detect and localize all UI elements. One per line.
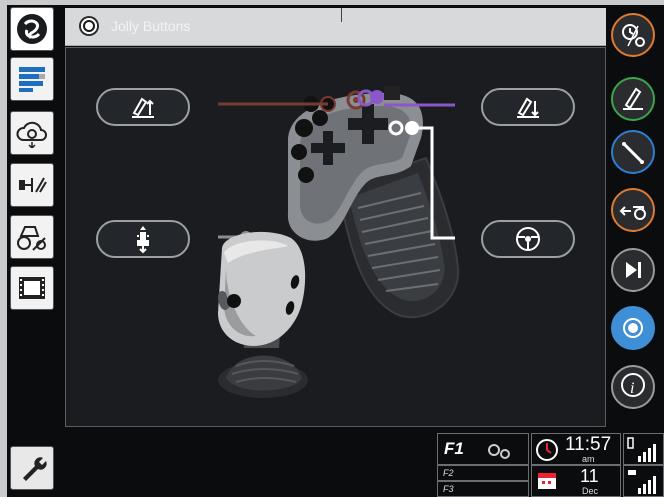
clock-gear-button[interactable]: [611, 13, 655, 57]
hydraulic-button[interactable]: [611, 130, 655, 174]
date-cell: 11 Dec: [531, 465, 621, 497]
gears-icon: [488, 444, 510, 459]
title-radio-icon: [81, 18, 97, 34]
jolly-button-top-right[interactable]: [481, 88, 575, 126]
signal-cell-2: [623, 465, 664, 497]
film-icon[interactable]: [11, 267, 53, 309]
page-title: Jolly Buttons: [111, 18, 191, 34]
pen-up-button[interactable]: [611, 77, 655, 121]
left-sidebar: [7, 5, 57, 497]
joystick-panel: [65, 47, 606, 427]
pen-up-icon: [623, 87, 643, 110]
jolly-radio-button[interactable]: [611, 306, 655, 350]
signal-cell-1: [623, 433, 664, 465]
logo-icon[interactable]: [11, 8, 53, 50]
axle-icon[interactable]: [11, 164, 53, 206]
cloud-sync-icon[interactable]: [11, 112, 53, 154]
play-next-icon: [626, 262, 641, 278]
battery-signal-icon: [627, 437, 656, 462]
title-bar: Jolly Buttons: [65, 8, 606, 46]
radio-icon: [623, 318, 643, 338]
clock-ampm: am: [582, 454, 595, 464]
function-f1[interactable]: F1: [437, 433, 529, 465]
steering-wheel-icon: [516, 227, 540, 251]
implement-lift-icon: [137, 226, 149, 254]
clock-time: 11:57: [565, 434, 612, 455]
pen-down-icon: [517, 97, 539, 118]
clock-gear-icon: [622, 24, 645, 47]
jolly-button-bottom-left[interactable]: [96, 220, 190, 258]
play-next-button[interactable]: [611, 248, 655, 292]
date-day: 11: [580, 466, 599, 486]
hydraulic-icon: [622, 142, 644, 164]
jolly-button-top-left[interactable]: [96, 88, 190, 126]
function-f3[interactable]: F3: [437, 481, 529, 497]
pen-up-icon: [132, 97, 154, 118]
calendar-icon: [538, 473, 556, 489]
network-signal-icon: [628, 470, 656, 494]
clock-cell: 11:57 am: [531, 433, 621, 465]
title-divider: [341, 8, 342, 22]
date-month: Dec: [582, 486, 599, 496]
right-sidebar: i: [608, 5, 664, 497]
tractor-wrench-icon[interactable]: [11, 216, 53, 258]
status-area: F1 F2 F3 11:57 am 11 Dec: [435, 433, 664, 497]
main-area: Jolly Buttons: [57, 5, 608, 497]
jolly-button-bottom-right[interactable]: [481, 220, 575, 258]
implement-icon: [619, 206, 646, 220]
clock-icon: [536, 439, 558, 461]
info-button[interactable]: i: [611, 365, 655, 409]
implement-button[interactable]: [611, 188, 655, 232]
function-f2[interactable]: F2: [437, 465, 529, 481]
bars-icon[interactable]: [11, 58, 53, 100]
info-icon: i: [621, 373, 645, 397]
svg-text:i: i: [630, 380, 634, 397]
wrench-icon[interactable]: [11, 447, 53, 489]
